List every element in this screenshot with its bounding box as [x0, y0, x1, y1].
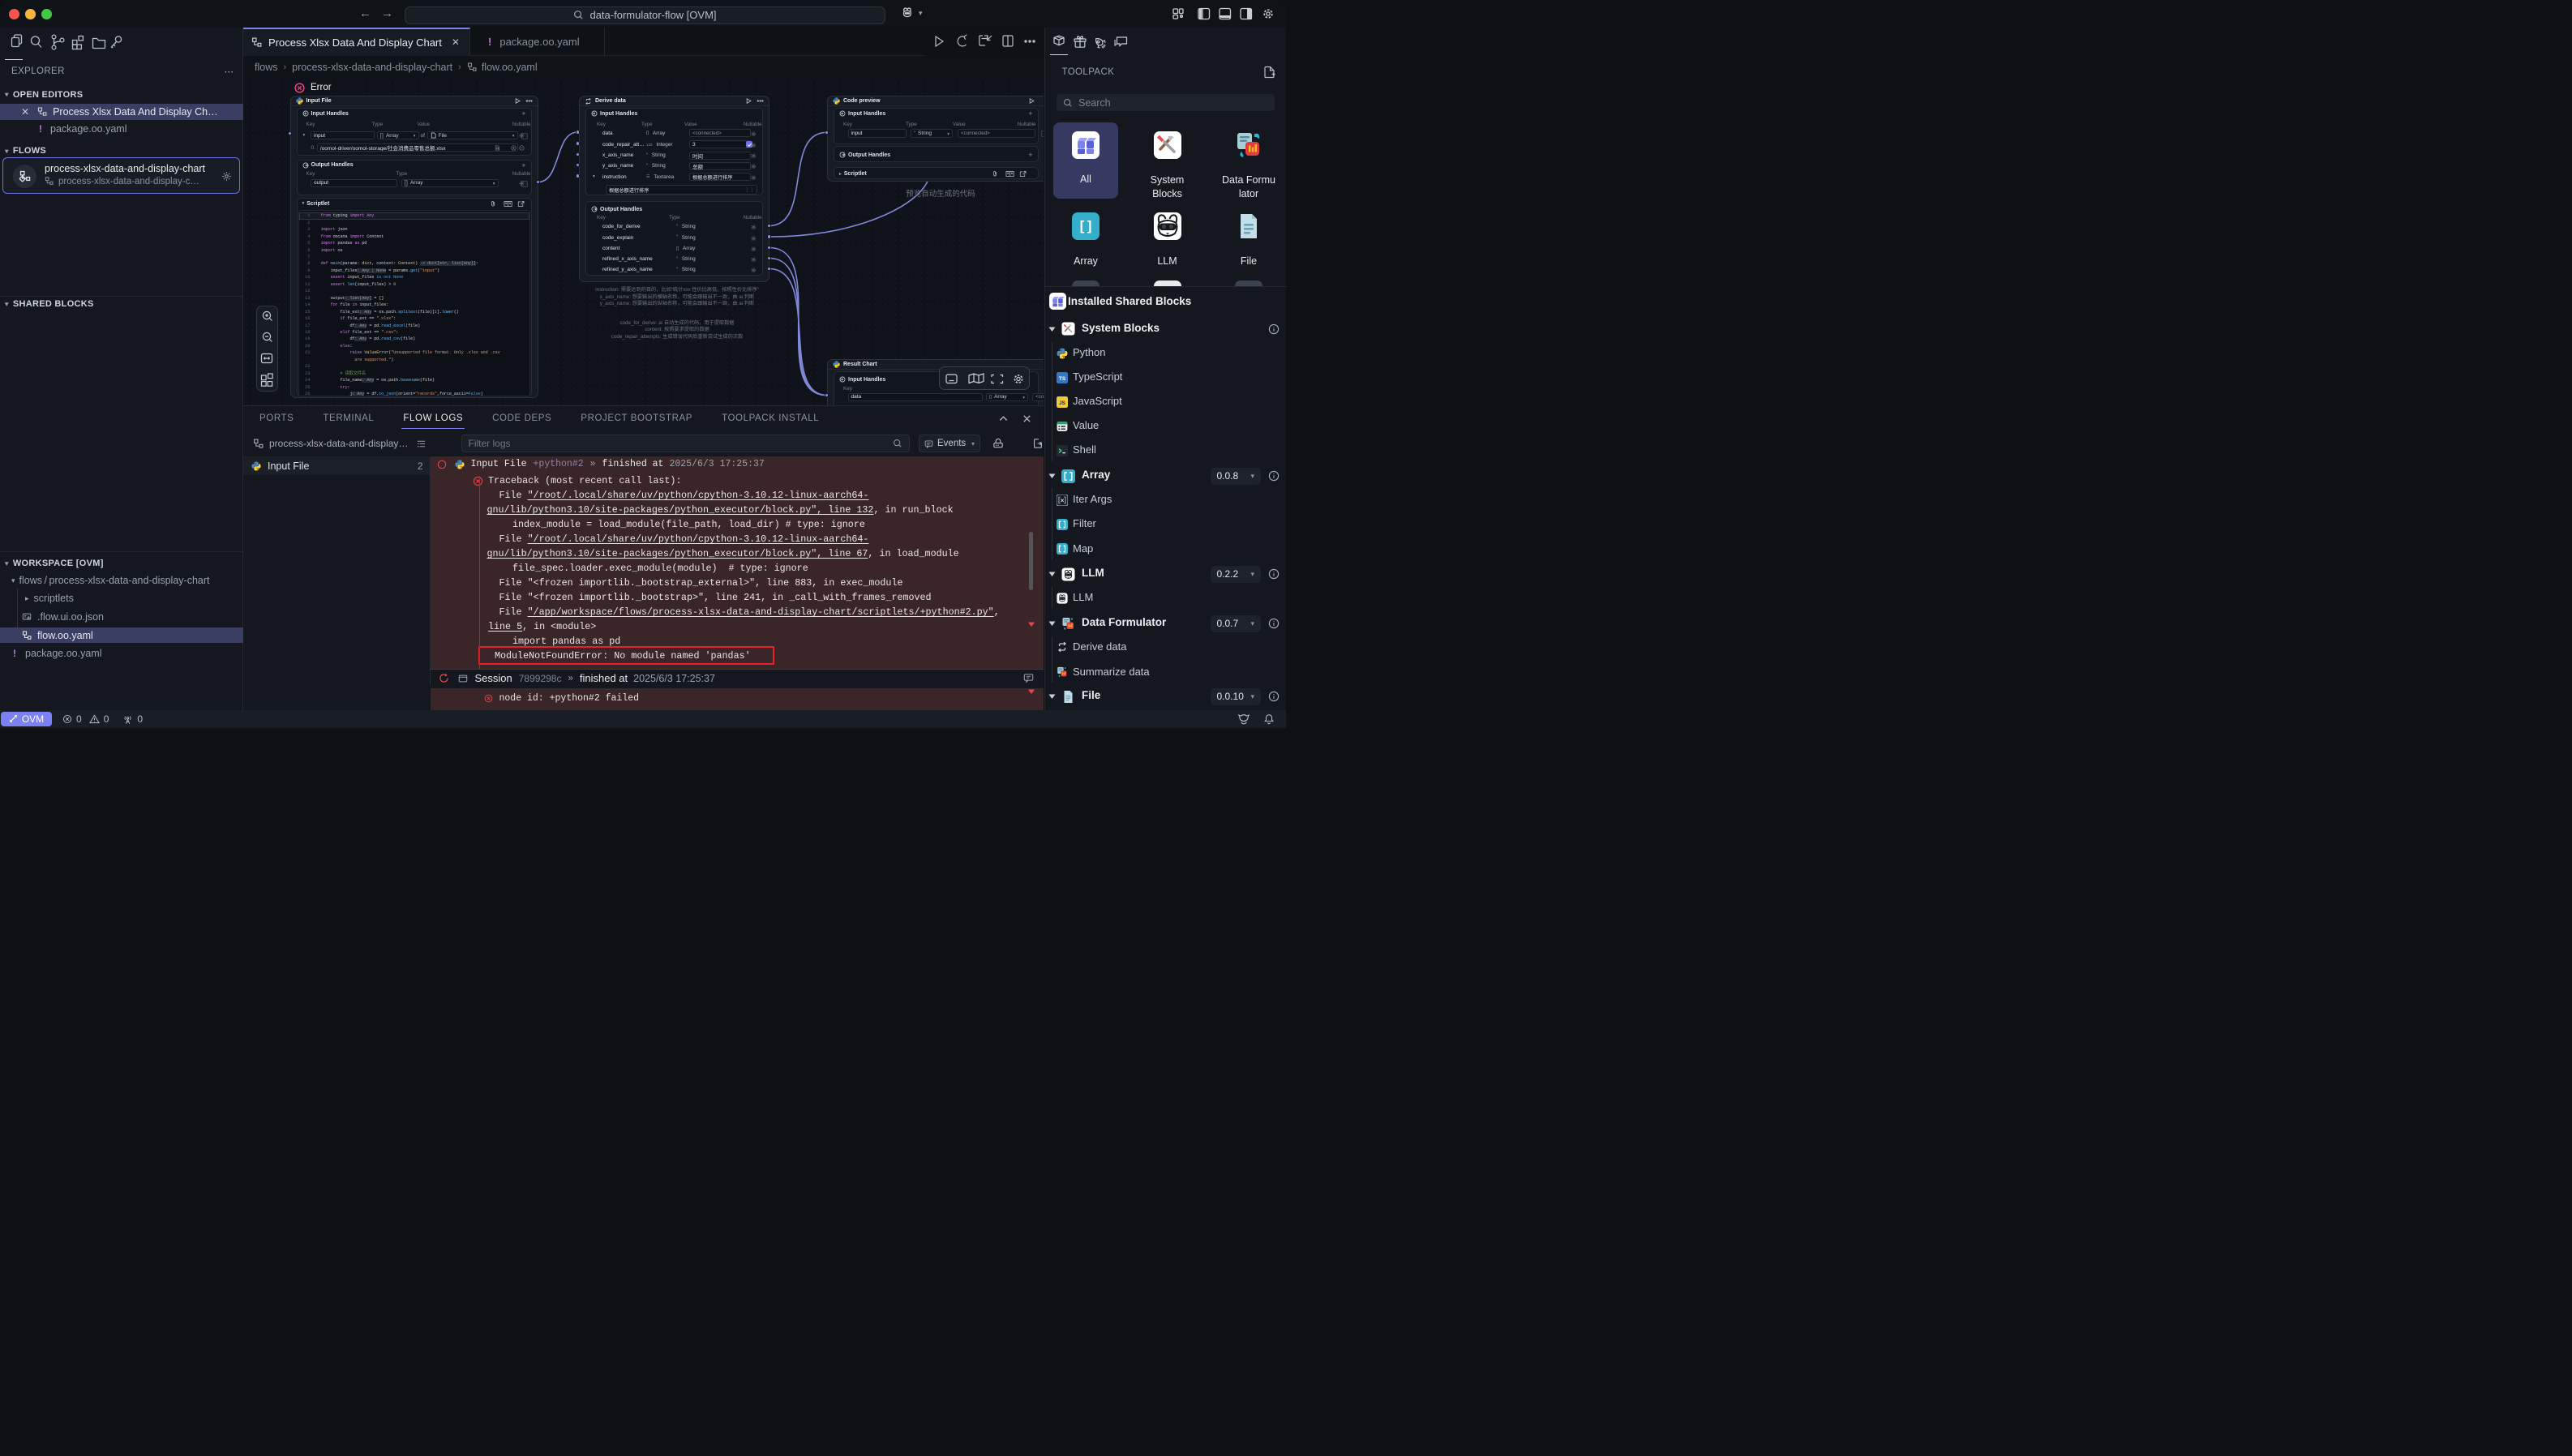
svg-text:TS: TS: [1058, 375, 1065, 381]
svg-text:JS: JS: [1059, 400, 1066, 405]
